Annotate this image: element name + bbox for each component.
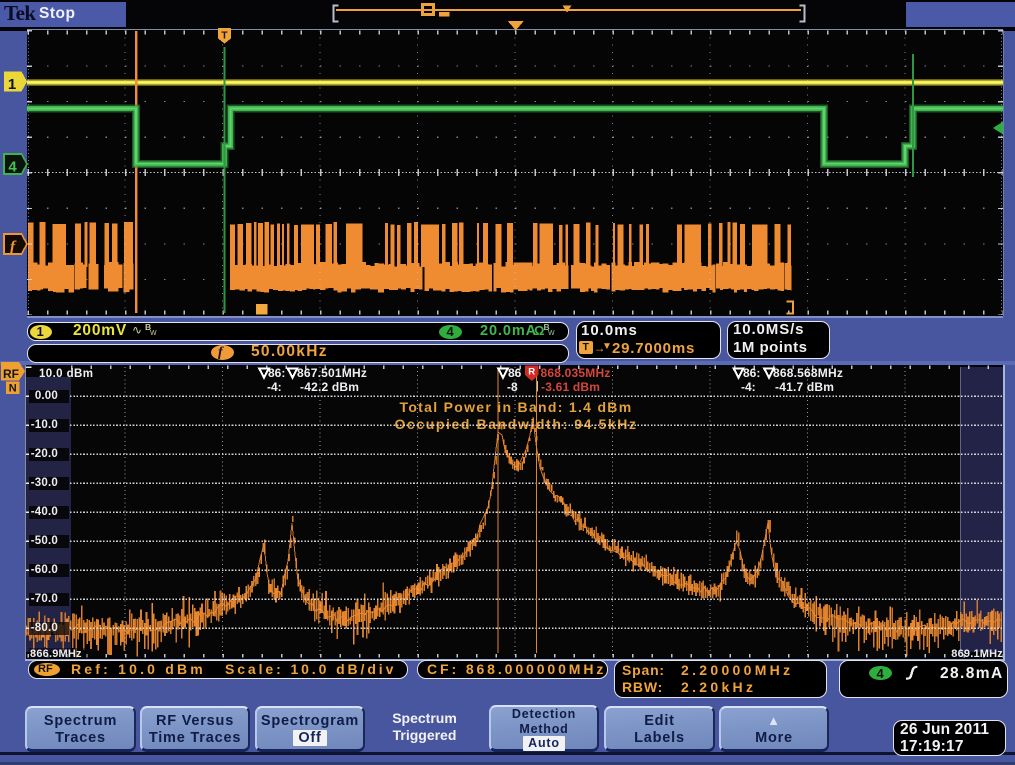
- svg-text:1: 1: [8, 76, 16, 93]
- svg-text:RF: RF: [3, 367, 19, 381]
- svg-text:f: f: [10, 239, 17, 256]
- svg-text:4: 4: [8, 159, 17, 176]
